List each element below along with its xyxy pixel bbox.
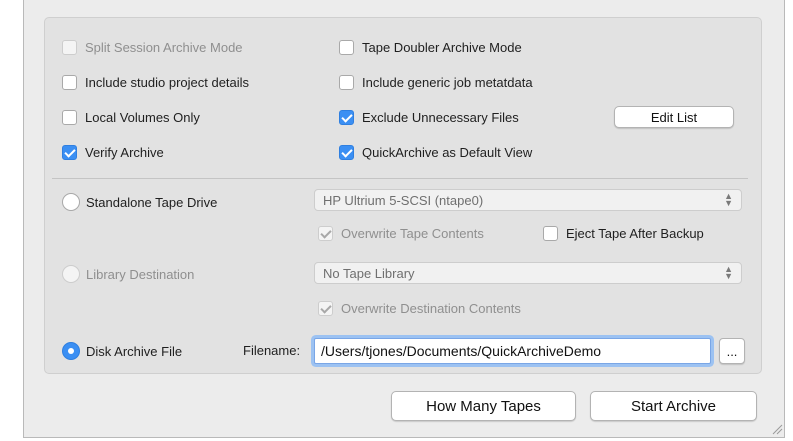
include-generic-checkbox[interactable]: Include generic job metatdata — [339, 73, 533, 91]
standalone-tape-radio[interactable]: Standalone Tape Drive — [62, 192, 217, 212]
verify-archive-label: Verify Archive — [85, 144, 164, 160]
tape-doubler-checkbox[interactable]: Tape Doubler Archive Mode — [339, 38, 522, 56]
library-destination-radio[interactable]: Library Destination — [62, 264, 194, 284]
overwrite-tape-box[interactable] — [318, 225, 333, 241]
start-archive-button[interactable]: Start Archive — [590, 391, 757, 421]
split-session-checkbox[interactable]: Split Session Archive Mode — [62, 38, 243, 56]
exclude-files-label: Exclude Unnecessary Files — [362, 109, 519, 125]
resize-grip-icon[interactable] — [771, 423, 783, 435]
chevron-updown-icon: ▲ ▼ — [724, 191, 733, 208]
edit-list-button[interactable]: Edit List — [614, 106, 734, 128]
chevron-updown-icon: ▲ ▼ — [724, 264, 733, 281]
local-volumes-label: Local Volumes Only — [85, 109, 200, 125]
tape-doubler-box[interactable] — [339, 39, 354, 55]
include-studio-checkbox[interactable]: Include studio project details — [62, 73, 249, 91]
overwrite-tape-label: Overwrite Tape Contents — [341, 225, 484, 241]
split-session-label: Split Session Archive Mode — [85, 39, 243, 55]
include-studio-label: Include studio project details — [85, 74, 250, 90]
overwrite-destination-box[interactable] — [318, 300, 333, 316]
quickarchive-default-label: QuickArchive as Default View — [362, 144, 533, 160]
quickarchive-default-box[interactable] — [339, 144, 354, 160]
split-session-box[interactable] — [62, 39, 77, 55]
overwrite-destination-label: Overwrite Destination Contents — [341, 300, 521, 316]
library-destination-radio-circle[interactable] — [62, 265, 80, 283]
tape-library-select[interactable]: No Tape Library ▲ ▼ — [314, 262, 742, 284]
tape-doubler-label: Tape Doubler Archive Mode — [362, 39, 522, 55]
tape-drive-select[interactable]: HP Ultrium 5-SCSI (ntape0) ▲ ▼ — [314, 189, 742, 211]
quickarchive-default-checkbox[interactable]: QuickArchive as Default View — [339, 143, 532, 161]
how-many-tapes-button[interactable]: How Many Tapes — [391, 391, 576, 421]
filename-label: Filename: — [243, 343, 301, 358]
exclude-files-box[interactable] — [339, 109, 354, 125]
eject-tape-box[interactable] — [543, 225, 558, 241]
eject-tape-label: Eject Tape After Backup — [566, 225, 704, 241]
browse-button[interactable]: ... — [719, 338, 745, 364]
library-destination-label: Library Destination — [86, 266, 195, 282]
disk-archive-radio[interactable]: Disk Archive File — [62, 341, 182, 361]
eject-tape-checkbox[interactable]: Eject Tape After Backup — [543, 224, 704, 242]
section-divider — [52, 178, 748, 179]
include-studio-box[interactable] — [62, 74, 77, 90]
tape-library-value: No Tape Library — [323, 265, 415, 281]
include-generic-box[interactable] — [339, 74, 354, 90]
standalone-tape-label: Standalone Tape Drive — [86, 194, 218, 210]
overwrite-tape-checkbox[interactable]: Overwrite Tape Contents — [318, 224, 484, 242]
verify-archive-box[interactable] — [62, 144, 77, 160]
verify-archive-checkbox[interactable]: Verify Archive — [62, 143, 164, 161]
standalone-tape-radio-circle[interactable] — [62, 193, 80, 211]
exclude-files-checkbox[interactable]: Exclude Unnecessary Files — [339, 108, 519, 126]
local-volumes-checkbox[interactable]: Local Volumes Only — [62, 108, 200, 126]
filename-input[interactable]: /Users/tjones/Documents/QuickArchiveDemo — [314, 338, 711, 364]
include-generic-label: Include generic job metatdata — [362, 74, 533, 90]
local-volumes-box[interactable] — [62, 109, 77, 125]
overwrite-destination-checkbox[interactable]: Overwrite Destination Contents — [318, 299, 521, 317]
tape-drive-value: HP Ultrium 5-SCSI (ntape0) — [323, 192, 484, 208]
disk-archive-label: Disk Archive File — [86, 343, 183, 359]
disk-archive-radio-circle[interactable] — [62, 342, 80, 360]
